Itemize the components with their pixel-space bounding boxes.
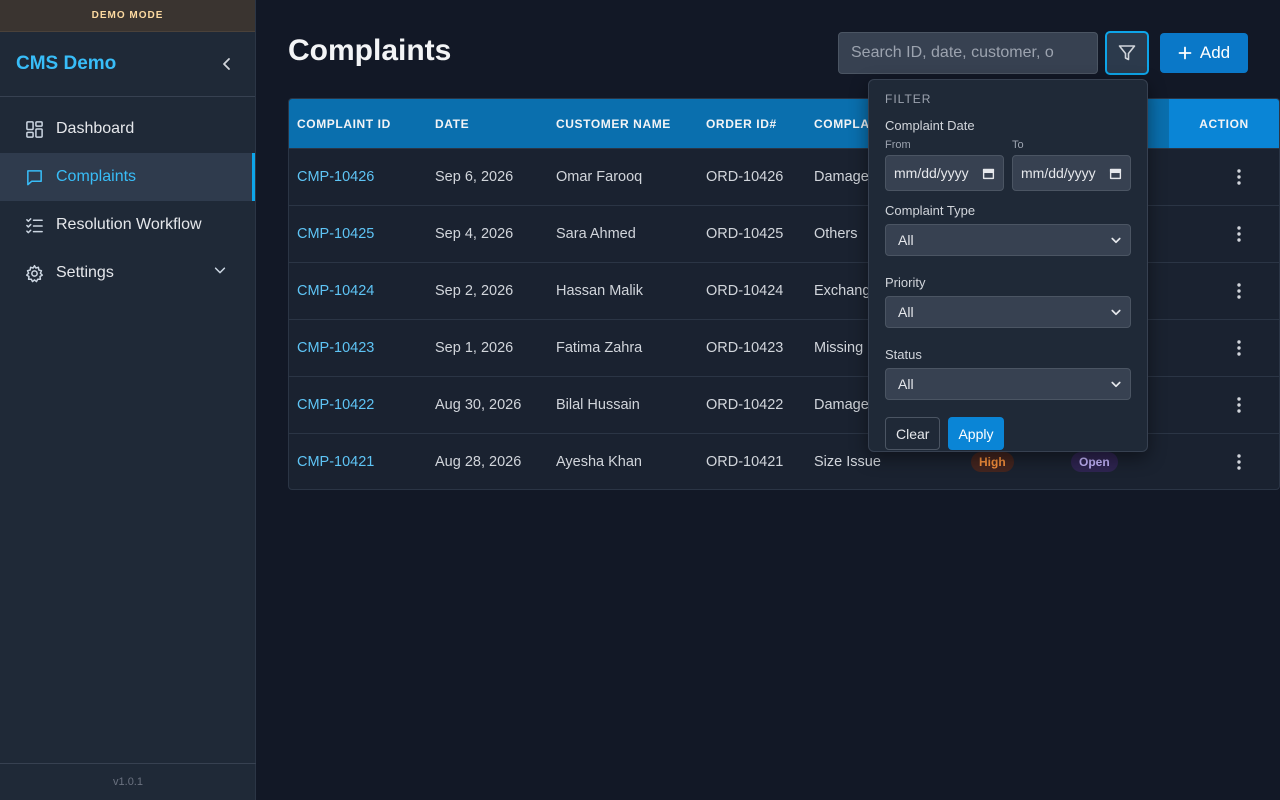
date-cell: Sep 2, 2026 <box>435 283 514 299</box>
date-cell: Aug 30, 2026 <box>435 397 522 413</box>
more-actions-icon[interactable] <box>1229 281 1249 301</box>
customer-cell: Bilal Hussain <box>556 397 640 413</box>
more-actions-icon[interactable] <box>1229 167 1249 187</box>
from-label: From <box>885 139 911 151</box>
date-cell: Sep 4, 2026 <box>435 226 514 242</box>
filter-icon <box>1118 45 1136 61</box>
date-cell: Sep 1, 2026 <box>435 340 514 356</box>
chevron-down-icon <box>213 263 227 282</box>
order-cell: ORD-10426 <box>706 169 784 185</box>
complaint-type-value: All <box>898 232 914 248</box>
customer-cell: Hassan Malik <box>556 283 644 299</box>
chevron-left-icon <box>223 58 230 70</box>
column-header-order-id[interactable]: ORDER ID# <box>698 99 806 148</box>
to-date-input[interactable]: mm/dd/yyyy <box>1012 155 1131 191</box>
more-actions-icon[interactable] <box>1229 452 1249 472</box>
filter-title: FILTER <box>885 92 932 106</box>
to-label: To <box>1012 139 1024 151</box>
complaint-id-link[interactable]: CMP-10422 <box>297 397 374 413</box>
brand-title[interactable]: CMS Demo <box>16 53 116 75</box>
gear-icon <box>24 263 44 283</box>
complaint-date-label: Complaint Date <box>885 118 975 133</box>
type-cell: Size Issue <box>814 454 881 470</box>
complaint-id-link[interactable]: CMP-10421 <box>297 454 374 470</box>
dashboard-icon <box>24 119 44 139</box>
order-cell: ORD-10421 <box>706 454 784 470</box>
date-range: From mm/dd/yyyy To mm/dd/yyyy <box>885 139 1131 191</box>
sidebar-item-dashboard[interactable]: Dashboard <box>0 105 255 153</box>
from-date-placeholder: mm/dd/yyyy <box>894 165 969 181</box>
chevron-down-icon <box>1111 309 1121 316</box>
add-button[interactable]: Add <box>1160 33 1248 73</box>
search-input[interactable] <box>838 32 1098 74</box>
priority-select[interactable]: All <box>885 296 1131 328</box>
calendar-icon <box>1109 168 1122 179</box>
chevron-down-icon <box>1111 237 1121 244</box>
apply-button[interactable]: Apply <box>948 417 1004 450</box>
order-cell: ORD-10422 <box>706 397 784 413</box>
from-date-group: From mm/dd/yyyy <box>885 139 1004 191</box>
order-cell: ORD-10424 <box>706 283 784 299</box>
complaint-type-label: Complaint Type <box>885 203 976 218</box>
status-value: All <box>898 376 914 392</box>
filter-button[interactable] <box>1105 31 1149 75</box>
complaint-id-link[interactable]: CMP-10426 <box>297 169 374 185</box>
more-actions-icon[interactable] <box>1229 338 1249 358</box>
version-label: v1.0.1 <box>0 763 256 800</box>
calendar-icon <box>982 168 995 179</box>
priority-badge: High <box>971 452 1014 472</box>
sidebar-item-resolution-workflow[interactable]: Resolution Workflow <box>0 201 255 249</box>
sidebar-item-label: Settings <box>56 264 114 281</box>
sidebar-item-settings[interactable]: Settings <box>0 249 255 297</box>
customer-cell: Omar Farooq <box>556 169 643 185</box>
more-actions-icon[interactable] <box>1229 395 1249 415</box>
column-header-date[interactable]: DATE <box>427 99 548 148</box>
status-label: Status <box>885 347 922 362</box>
order-cell: ORD-10425 <box>706 226 784 242</box>
to-date-group: To mm/dd/yyyy <box>1012 139 1131 191</box>
main-content: Complaints Add COMPLAINT ID DATE CUSTOME… <box>256 0 1280 800</box>
status-select[interactable]: All <box>885 368 1131 400</box>
priority-label: Priority <box>885 275 926 290</box>
sidebar-item-label: Complaints <box>56 168 137 185</box>
checklist-icon <box>24 215 44 235</box>
order-cell: ORD-10423 <box>706 340 784 356</box>
sidebar-nav: Dashboard Complaints Resolution Workflow… <box>0 97 255 297</box>
date-cell: Sep 6, 2026 <box>435 169 514 185</box>
complaint-id-link[interactable]: CMP-10423 <box>297 340 374 356</box>
clear-button[interactable]: Clear <box>885 417 941 450</box>
collapse-sidebar-button[interactable] <box>215 52 239 76</box>
from-date-input[interactable]: mm/dd/yyyy <box>885 155 1004 191</box>
complaint-type-select[interactable]: All <box>885 224 1131 256</box>
customer-cell: Fatima Zahra <box>556 340 643 356</box>
demo-mode-banner: DEMO MODE <box>0 0 255 32</box>
brand-row: CMS Demo <box>0 32 255 97</box>
plus-icon <box>1178 46 1192 60</box>
column-header-complaint-id[interactable]: COMPLAINT ID <box>289 99 427 148</box>
add-button-label: Add <box>1199 43 1231 62</box>
priority-cell: High <box>963 452 1063 472</box>
column-header-action: ACTION <box>1169 99 1279 148</box>
date-cell: Aug 28, 2026 <box>435 454 522 470</box>
filter-dropdown: FILTER Complaint Date From mm/dd/yyyy To… <box>868 79 1148 452</box>
sidebar: DEMO MODE CMS Demo Dashboard Complaints … <box>0 0 256 800</box>
customer-cell: Ayesha Khan <box>556 454 642 470</box>
customer-cell: Sara Ahmed <box>556 226 636 242</box>
status-cell: Open <box>1063 452 1183 472</box>
chat-icon <box>24 167 44 187</box>
column-header-customer-name[interactable]: CUSTOMER NAME <box>548 99 698 148</box>
more-actions-icon[interactable] <box>1229 224 1249 244</box>
sidebar-item-label: Resolution Workflow <box>56 216 202 233</box>
page-title: Complaints <box>288 34 452 67</box>
to-date-placeholder: mm/dd/yyyy <box>1021 165 1096 181</box>
complaint-id-link[interactable]: CMP-10425 <box>297 226 374 242</box>
filter-actions: Clear Apply <box>885 417 1131 450</box>
priority-value: All <box>898 304 914 320</box>
status-badge: Open <box>1071 452 1118 472</box>
complaint-id-link[interactable]: CMP-10424 <box>297 283 374 299</box>
chevron-down-icon <box>1111 381 1121 388</box>
sidebar-item-complaints[interactable]: Complaints <box>0 153 255 201</box>
sidebar-item-label: Dashboard <box>56 120 135 137</box>
